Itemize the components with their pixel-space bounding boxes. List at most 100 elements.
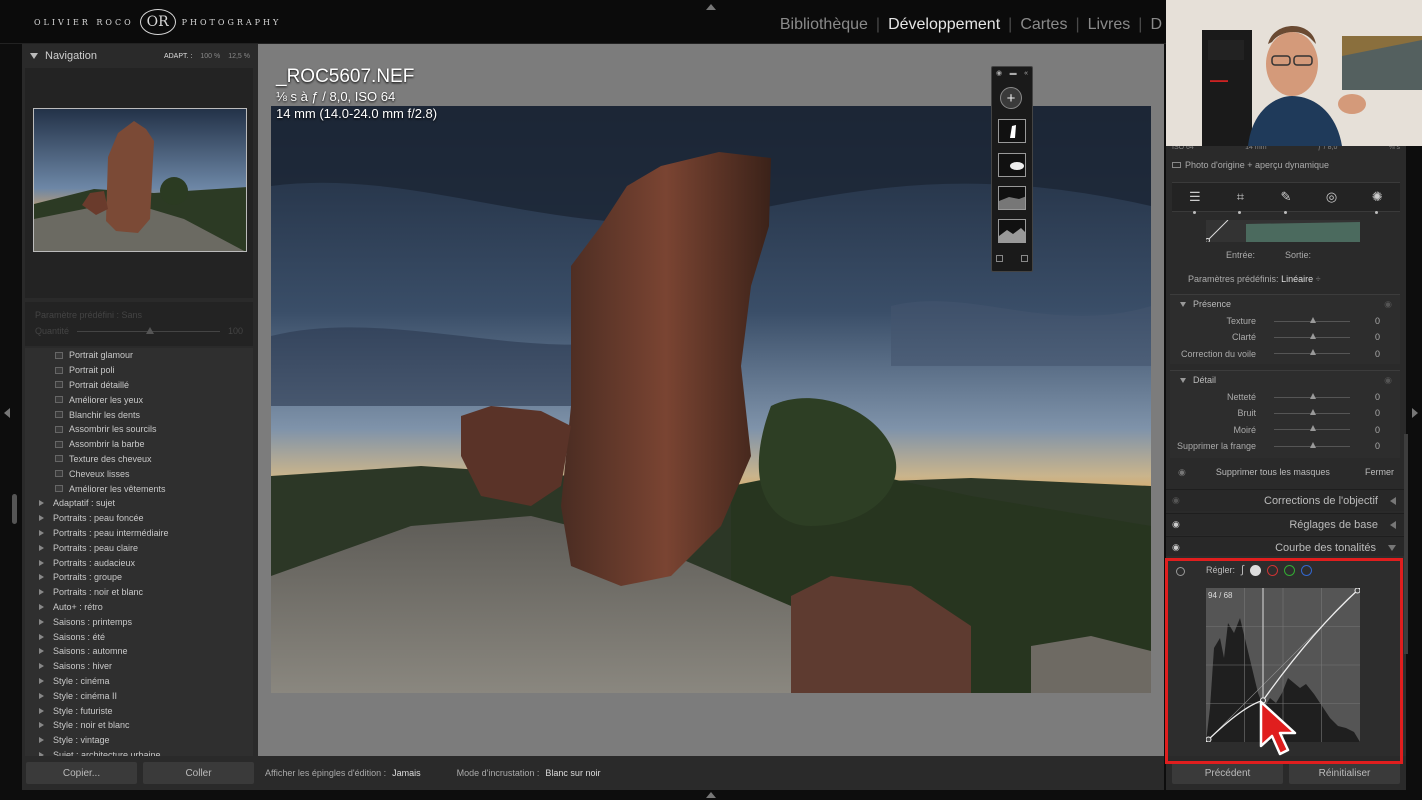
preset-item[interactable]: Portrait glamour: [25, 348, 253, 363]
slider-value[interactable]: 0: [1350, 408, 1380, 418]
slider-knob[interactable]: [1310, 408, 1316, 415]
green-channel-button[interactable]: [1284, 564, 1296, 576]
tone-curve-header[interactable]: ◉ Courbe des tonalités: [1166, 536, 1406, 558]
eye-icon[interactable]: ◉: [1384, 299, 1392, 310]
slider-value[interactable]: 0: [1350, 392, 1380, 402]
curve-control-point[interactable]: [1206, 736, 1212, 742]
amount-slider-knob[interactable]: [145, 326, 154, 334]
edit-sliders-icon[interactable]: ☰: [1187, 189, 1203, 214]
preset-group[interactable]: Saisons : hiver: [25, 659, 253, 674]
preset-item[interactable]: Blanchir les dents: [25, 407, 253, 422]
minimize-icon[interactable]: ▬: [1010, 70, 1017, 77]
preset-item[interactable]: Cheveux lisses: [25, 466, 253, 481]
original-photo-label[interactable]: Photo d'origine + aperçu dynamique: [1172, 160, 1329, 170]
zoom-12-5[interactable]: 12,5 %: [228, 53, 250, 60]
curve-preset[interactable]: Paramètres prédéfinis: Linéaire ÷: [1188, 274, 1321, 284]
preset-item[interactable]: Portrait détaillé: [25, 378, 253, 393]
amount-slider[interactable]: [77, 326, 220, 334]
preset-group[interactable]: Portraits : peau intermédiaire: [25, 526, 253, 541]
module-tab[interactable]: Cartes: [1012, 16, 1075, 34]
red-channel-button[interactable]: [1267, 564, 1279, 576]
preset-group[interactable]: Portraits : peau foncée: [25, 511, 253, 526]
mask-thumbnail[interactable]: [998, 186, 1026, 210]
eye-icon[interactable]: ◉: [1178, 467, 1186, 478]
slider-value[interactable]: 0: [1350, 316, 1380, 326]
slider-track[interactable]: [1274, 408, 1350, 415]
preset-item[interactable]: Améliorer les yeux: [25, 392, 253, 407]
add-mask-button[interactable]: +: [1000, 87, 1022, 109]
crop-icon[interactable]: ⌗: [1232, 189, 1248, 214]
navigator-thumbnail[interactable]: [33, 108, 247, 252]
preset-group[interactable]: Saisons : printemps: [25, 614, 253, 629]
slider-knob[interactable]: [1310, 441, 1316, 448]
close-masks-button[interactable]: Fermer: [1365, 467, 1394, 477]
overlay-mode-select[interactable]: Blanc sur noir: [545, 768, 600, 778]
slider-knob[interactable]: [1310, 332, 1316, 339]
module-tab[interactable]: Bibliothèque: [772, 16, 876, 34]
slider-knob[interactable]: [1310, 316, 1316, 323]
preset-group[interactable]: Auto+ : rétro: [25, 600, 253, 615]
heal-icon[interactable]: ✎: [1278, 189, 1294, 214]
slider-value[interactable]: 0: [1350, 425, 1380, 435]
preset-group[interactable]: Saisons : automne: [25, 644, 253, 659]
slider-track[interactable]: [1274, 441, 1350, 448]
previous-button[interactable]: Précédent: [1172, 762, 1283, 784]
preset-group[interactable]: Portraits : noir et blanc: [25, 585, 253, 600]
curve-preset-value[interactable]: Linéaire: [1281, 274, 1313, 284]
preset-group[interactable]: Style : cinéma: [25, 674, 253, 689]
slider-track[interactable]: [1274, 332, 1350, 339]
slider-track[interactable]: [1274, 316, 1350, 323]
collapse-right-arrow-icon[interactable]: [1412, 408, 1418, 418]
preset-group[interactable]: Adaptatif : sujet: [25, 496, 253, 511]
zoom-fit[interactable]: ADAPT. :: [164, 53, 192, 60]
navigator-header[interactable]: Navigation ADAPT. : 100 % 12,5 %: [22, 44, 258, 68]
collapse-top-arrow-icon[interactable]: [706, 4, 716, 10]
red-eye-icon[interactable]: ◎: [1324, 189, 1340, 205]
pins-select[interactable]: Jamais: [392, 768, 421, 778]
eye-icon[interactable]: ◉: [1384, 375, 1392, 386]
preset-group[interactable]: Portraits : groupe: [25, 570, 253, 585]
left-scrollbar[interactable]: [12, 494, 17, 524]
reset-button[interactable]: Réinitialiser: [1289, 762, 1400, 784]
preset-group[interactable]: Style : vintage: [25, 733, 253, 748]
preset-group[interactable]: Style : futuriste: [25, 703, 253, 718]
parametric-curve-icon[interactable]: ∫: [1241, 564, 1244, 576]
slider-knob[interactable]: [1310, 392, 1316, 399]
preset-item[interactable]: Assombrir la barbe: [25, 437, 253, 452]
delete-all-masks-button[interactable]: Supprimer tous les masques: [1216, 467, 1330, 477]
lens-corrections-header[interactable]: ◉ Corrections de l'objectif: [1166, 489, 1406, 511]
preset-item[interactable]: Assombrir les sourcils: [25, 422, 253, 437]
presence-header[interactable]: Présence ◉: [1170, 295, 1400, 313]
eye-icon[interactable]: ◉: [1172, 519, 1190, 530]
preset-item[interactable]: Texture des cheveux: [25, 452, 253, 467]
target-adjust-icon[interactable]: [1176, 567, 1185, 576]
preset-group[interactable]: Style : cinéma II: [25, 688, 253, 703]
slider-value[interactable]: 0: [1350, 441, 1380, 451]
basic-header[interactable]: ◉ Réglages de base: [1166, 513, 1406, 535]
preset-group[interactable]: Style : noir et blanc: [25, 718, 253, 733]
slider-track[interactable]: [1274, 349, 1350, 356]
slider-track[interactable]: [1274, 392, 1350, 399]
curve-control-point[interactable]: [1354, 588, 1360, 594]
detail-header[interactable]: Détail ◉: [1170, 371, 1400, 389]
masking-icon[interactable]: ✺: [1369, 189, 1385, 214]
mask-settings-icon[interactable]: [1021, 255, 1028, 262]
preset-group[interactable]: Portraits : peau claire: [25, 540, 253, 555]
collapse-bottom-arrow-icon[interactable]: [706, 792, 716, 798]
preset-item[interactable]: Améliorer les vêtements: [25, 481, 253, 496]
mask-thumbnail[interactable]: [998, 153, 1026, 177]
preset-item[interactable]: Portrait poli: [25, 363, 253, 378]
paste-button[interactable]: Coller: [143, 762, 254, 784]
collapse-icon[interactable]: «: [1024, 70, 1028, 77]
eye-icon[interactable]: ◉: [996, 69, 1002, 77]
slider-value[interactable]: 0: [1350, 349, 1380, 359]
eye-icon[interactable]: ◉: [1172, 542, 1190, 553]
slider-knob[interactable]: [1310, 425, 1316, 432]
preset-group[interactable]: Sujet : architecture urbaine: [25, 748, 253, 756]
mask-overlay-toggle-icon[interactable]: [996, 255, 1003, 262]
module-tab[interactable]: Livres: [1080, 16, 1139, 34]
preset-group[interactable]: Saisons : été: [25, 629, 253, 644]
collapse-left-arrow-icon[interactable]: [4, 408, 10, 418]
copy-button[interactable]: Copier...: [26, 762, 137, 784]
right-scrollbar[interactable]: [1404, 434, 1408, 654]
